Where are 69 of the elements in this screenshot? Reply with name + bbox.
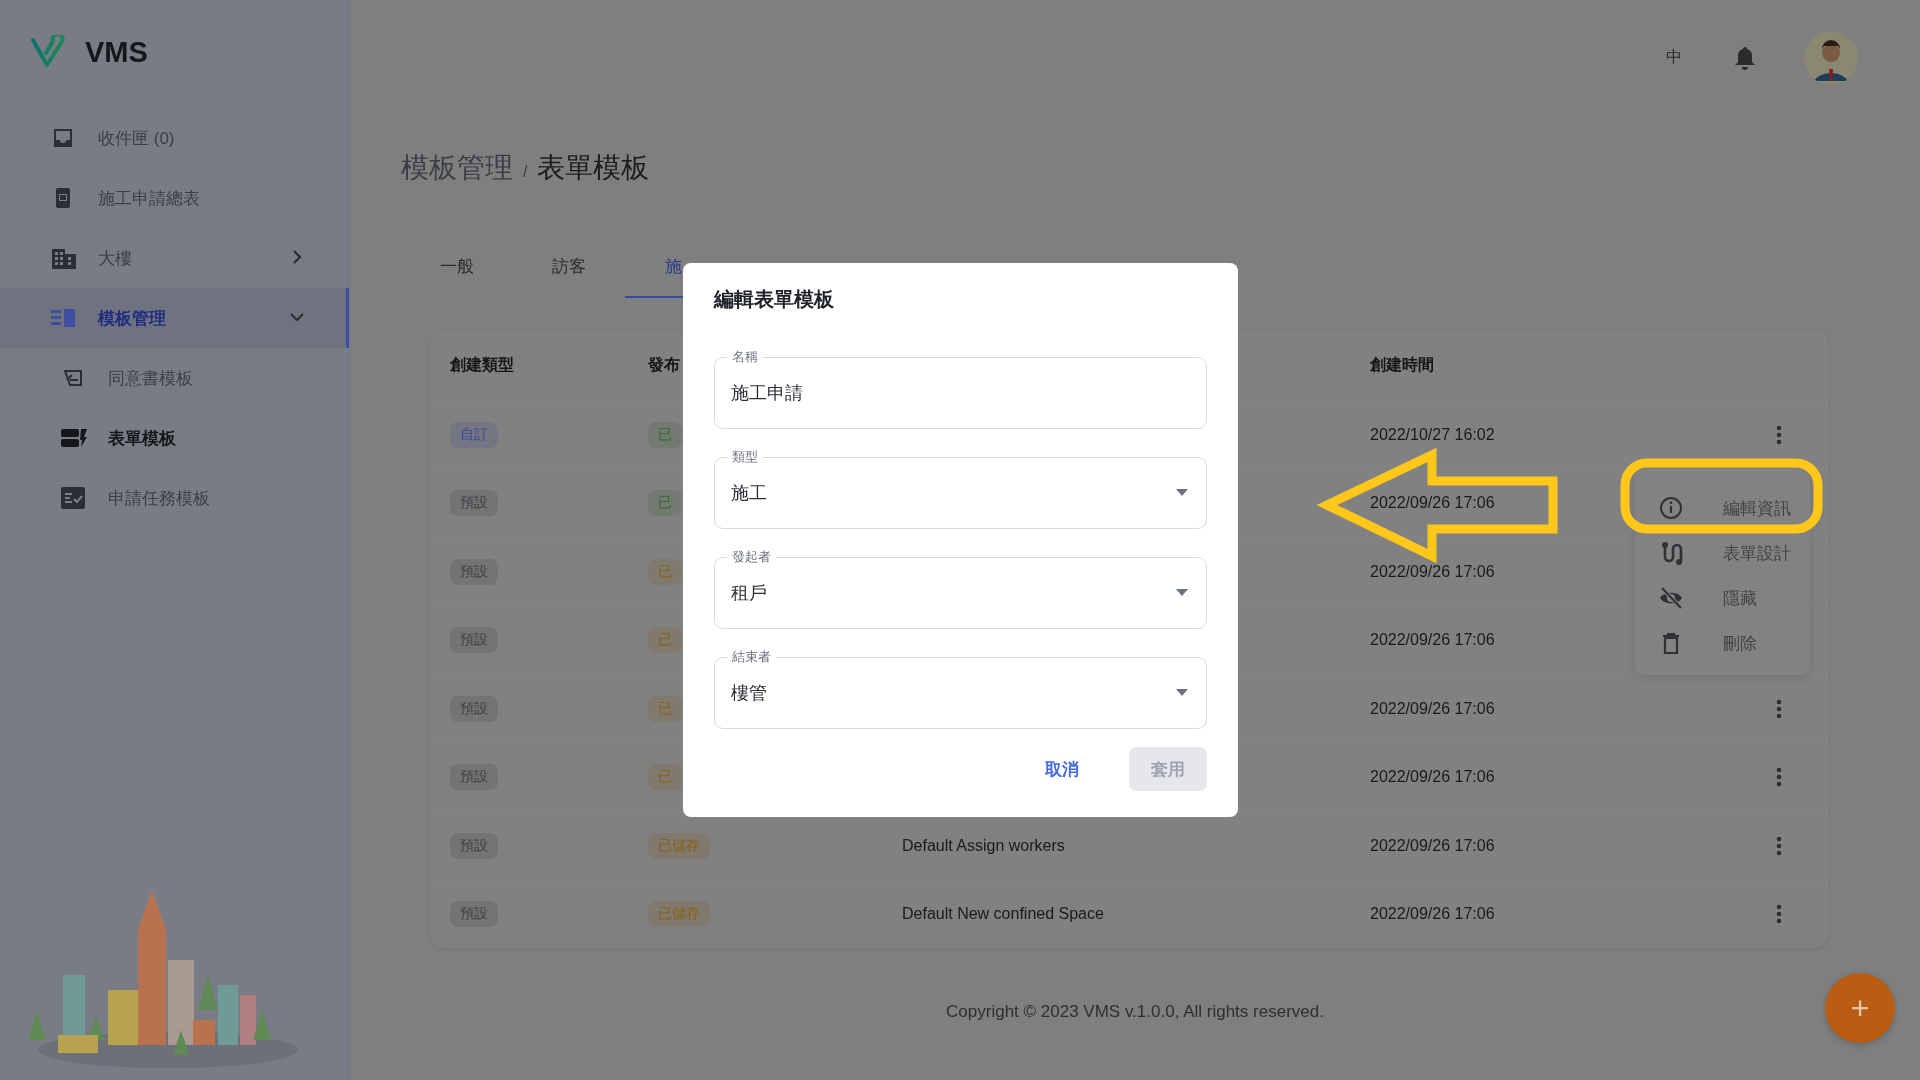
text-field[interactable]: 名稱 施工申請 [714, 349, 1207, 429]
sidebar-item[interactable]: 同意書模板 [0, 348, 349, 408]
sidebar-item[interactable]: 模板管理 [0, 288, 349, 348]
more-icon[interactable] [1776, 904, 1782, 925]
menu-item[interactable]: 隱藏 [1635, 581, 1810, 615]
table-cell: 2022/09/26 17:06 [1370, 768, 1495, 787]
checklist-icon [61, 487, 87, 509]
sidebar-item[interactable]: 表單模板 [0, 408, 349, 468]
building-icon [51, 246, 77, 270]
sidebar-item[interactable]: 施工申請總表 [0, 168, 349, 228]
more-icon[interactable] [1776, 835, 1782, 856]
tag: 已 [648, 490, 682, 517]
table-cell: 2022/09/26 17:06 [1370, 562, 1495, 581]
cancel-button[interactable]: 取消 [1031, 747, 1093, 791]
tag: 已 [648, 558, 682, 585]
sidebar-item[interactable]: 大樓 [0, 228, 349, 288]
form-icon [61, 427, 87, 449]
eye-off-icon [1659, 586, 1683, 610]
info-icon [1659, 496, 1683, 520]
field-label: 結束者 [731, 649, 772, 665]
table-cell: 2022/10/27 16:02 [1370, 425, 1495, 444]
table-cell: 2022/09/26 17:06 [1370, 699, 1495, 718]
table-cell: Default New confined Space [902, 905, 1104, 924]
more-icon[interactable] [1776, 424, 1782, 445]
tag: 自訂 [450, 421, 498, 448]
column-header: 創建時間 [1370, 354, 1434, 375]
tab[interactable]: 一般 [401, 236, 513, 298]
page-title: 表單模板 [537, 151, 650, 185]
caret-icon [1176, 689, 1188, 696]
caret-icon [1176, 489, 1188, 496]
tag: 已 [648, 421, 682, 448]
copyright-text: Copyright © 2023 VMS v.1.0.0, All rights reserved. [946, 1002, 1324, 1022]
more-icon[interactable] [1776, 698, 1782, 719]
route-icon [1659, 541, 1683, 565]
breadcrumb-link[interactable]: 模板管理 [401, 149, 513, 187]
avatar[interactable] [1804, 30, 1858, 85]
caret-icon [1176, 589, 1188, 596]
field-label: 發起者 [731, 549, 772, 565]
select-field[interactable]: 發起者 租戶 [714, 549, 1207, 629]
menu-item[interactable]: 刪除 [1635, 626, 1810, 660]
table-cell: 2022/09/26 17:06 [1370, 631, 1495, 650]
more-icon[interactable] [1776, 767, 1782, 788]
dialog-title: 編輯表單模板 [714, 287, 835, 312]
field-label: 類型 [731, 449, 759, 465]
table-cell: Default Assign workers [902, 836, 1065, 855]
tag: 已 [648, 764, 682, 791]
app-name: VMS [85, 35, 148, 69]
logo-icon [30, 35, 68, 69]
sidebar-item[interactable]: 申請任務模板 [0, 468, 349, 528]
add-button[interactable]: + [1825, 973, 1895, 1043]
table-cell: 2022/09/26 17:06 [1370, 905, 1495, 924]
breadcrumb-separator: / [523, 163, 528, 181]
tag: 已儲存 [648, 832, 710, 859]
tab[interactable]: 訪客 [513, 236, 625, 298]
select-field[interactable]: 類型 施工 [714, 449, 1207, 529]
tag: 已儲存 [648, 901, 710, 928]
column-header: 創建類型 [450, 354, 514, 375]
list-icon [51, 307, 77, 329]
table-cell: 2022/09/26 17:06 [1370, 836, 1495, 855]
tag: 已 [648, 695, 682, 722]
table-cell: 2022/09/26 17:06 [1370, 494, 1495, 513]
select-field[interactable]: 結束者 樓管 [714, 649, 1207, 729]
sidebar-item[interactable]: 收件匣 (0) [0, 108, 349, 168]
menu-item[interactable]: 表單設計 [1635, 536, 1810, 570]
field-label: 名稱 [731, 349, 759, 365]
language-button[interactable]: 中 [1662, 47, 1686, 68]
bell-icon[interactable] [1734, 45, 1756, 70]
column-header: 發布 [648, 354, 680, 375]
tag: 已 [648, 627, 682, 654]
